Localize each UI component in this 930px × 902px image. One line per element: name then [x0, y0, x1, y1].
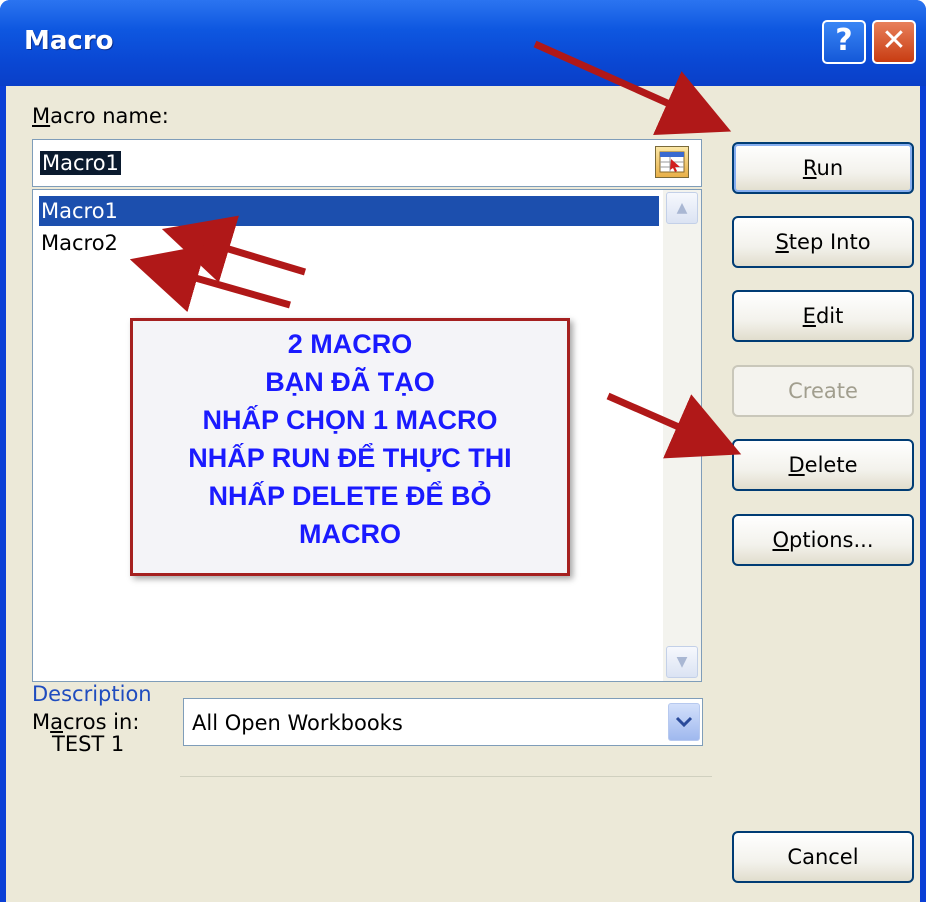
annotation-line: BẠN ĐÃ TẠO — [265, 367, 435, 397]
description-divider — [180, 776, 712, 777]
collapse-dialog-icon[interactable] — [655, 146, 689, 178]
annotation-line: NHẤP RUN ĐỂ THỰC THI — [188, 443, 512, 473]
scroll-up-icon[interactable]: ▲ — [666, 192, 698, 224]
list-item[interactable]: Macro1 — [39, 196, 659, 226]
chevron-down-icon[interactable] — [668, 703, 700, 741]
run-button[interactable]: Run — [732, 142, 914, 194]
annotation-line: NHẤP CHỌN 1 MACRO — [202, 405, 498, 435]
macros-in-select[interactable]: All Open Workbooks — [183, 698, 703, 746]
step-into-button[interactable]: Step Into — [732, 216, 914, 268]
dialog-title: Macro — [24, 26, 114, 56]
annotation-line: NHẤP DELETE ĐỂ BỎ — [208, 481, 492, 511]
annotation-line: 2 MACRO — [287, 329, 413, 359]
edit-button[interactable]: Edit — [732, 290, 914, 342]
close-button[interactable]: ✕ — [872, 20, 916, 64]
options-button[interactable]: Options... — [732, 514, 914, 566]
help-button[interactable]: ? — [822, 20, 866, 64]
annotation-box: 2 MACRO BẠN ĐÃ TẠO NHẤP CHỌN 1 MACRO NHẤ… — [130, 318, 570, 576]
annotation-line: MACRO — [299, 519, 401, 549]
macro-name-input[interactable]: Macro1 — [32, 139, 702, 187]
macro-name-value: Macro1 — [40, 151, 121, 175]
macros-in-value: All Open Workbooks — [192, 711, 403, 735]
cancel-button[interactable]: Cancel — [732, 831, 914, 883]
scroll-down-icon[interactable]: ▼ — [666, 646, 698, 678]
description-text: TEST 1 — [52, 732, 125, 756]
create-button[interactable]: Create — [732, 365, 914, 417]
delete-button[interactable]: Delete — [732, 439, 914, 491]
macro-name-label: Macro name: — [32, 104, 169, 128]
title-bar[interactable]: Macro ? ✕ — [0, 0, 926, 86]
list-item[interactable]: Macro2 — [39, 228, 659, 258]
macros-in-label: Macros in: — [32, 710, 140, 734]
list-scrollbar[interactable]: ▲ ▼ — [663, 190, 701, 681]
description-label: Description — [32, 682, 152, 706]
